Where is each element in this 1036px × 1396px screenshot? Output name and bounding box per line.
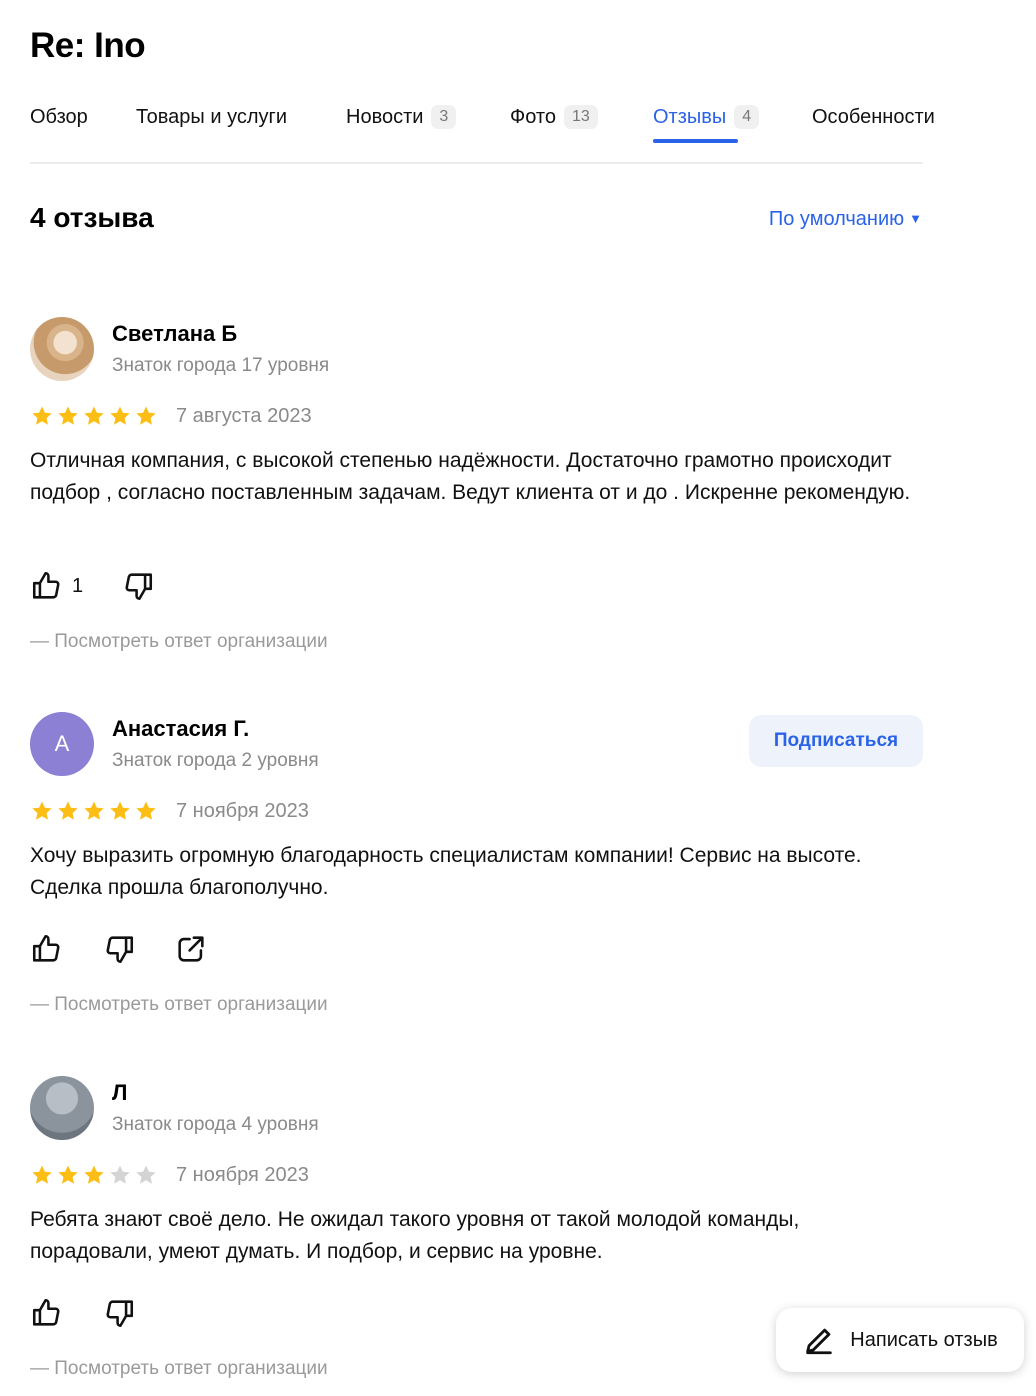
subscribe-button[interactable]: Подписаться xyxy=(749,715,923,767)
view-org-answer-link[interactable]: — Посмотреть ответ организации xyxy=(30,631,328,653)
tab-count-badge: 3 xyxy=(431,105,457,129)
like-count: 1 xyxy=(72,574,84,597)
rating-stars xyxy=(30,404,158,428)
star-filled-icon xyxy=(32,801,52,820)
star-filled-icon xyxy=(110,801,130,820)
review-date: 7 ноября 2023 xyxy=(176,1164,309,1186)
thumbs-down-icon xyxy=(106,1300,134,1328)
thumbs-down-icon xyxy=(125,573,153,601)
review-text: Ребята знают своё дело. Не ожидал такого… xyxy=(30,1208,800,1263)
dislike-button[interactable] xyxy=(102,1296,136,1330)
page-title: Re: Ino xyxy=(30,26,146,65)
thumbs-down-icon xyxy=(106,936,134,964)
reviews-count-heading: 4 отзыва xyxy=(30,202,154,233)
review-author[interactable]: Светлана Б xyxy=(112,321,237,347)
tab-label: Товары и услуги xyxy=(136,105,287,128)
star-filled-icon xyxy=(58,801,78,820)
view-org-answer-link[interactable]: — Посмотреть ответ организации xyxy=(30,994,328,1016)
star-filled-icon xyxy=(84,406,104,425)
share-button[interactable] xyxy=(174,932,208,966)
avatar[interactable] xyxy=(30,317,94,381)
review-actions xyxy=(30,1296,136,1330)
author-level: Знаток города 2 уровня xyxy=(112,750,319,771)
star-filled-icon xyxy=(84,1165,104,1184)
rating-stars xyxy=(30,799,158,823)
tab-label: Новости xyxy=(346,105,424,128)
caret-down-icon: ▼ xyxy=(909,211,922,226)
dislike-button[interactable] xyxy=(102,932,136,966)
tab-features[interactable]: Особенности xyxy=(812,100,935,134)
write-review-button[interactable]: Написать отзыв xyxy=(776,1308,1024,1372)
thumbs-up-icon xyxy=(32,571,60,599)
tab-label: Отзывы xyxy=(653,105,727,128)
write-review-label: Написать отзыв xyxy=(850,1328,998,1351)
tab-label: Особенности xyxy=(812,105,935,128)
star-filled-icon xyxy=(110,406,130,425)
star-filled-icon xyxy=(136,406,156,425)
star-filled-icon xyxy=(84,801,104,820)
like-button[interactable] xyxy=(30,932,64,966)
tab-goods-services[interactable]: Товары и услуги xyxy=(136,100,287,134)
rating-stars xyxy=(30,1163,158,1187)
star-filled-icon xyxy=(32,406,52,425)
review-date: 7 ноября 2023 xyxy=(176,800,309,822)
author-level: Знаток города 4 уровня xyxy=(112,1114,319,1135)
dislike-button[interactable] xyxy=(121,569,155,603)
tab-label: Обзор xyxy=(30,105,88,128)
star-empty-icon xyxy=(136,1165,156,1184)
tabs: Обзор Товары и услуги Новости 3 Фото 13 … xyxy=(30,100,935,164)
review-actions xyxy=(30,932,208,966)
sort-label: По умолчанию xyxy=(768,208,905,230)
star-filled-icon xyxy=(58,1165,78,1184)
active-tab-indicator xyxy=(653,139,738,143)
like-button[interactable]: 1 xyxy=(30,569,83,603)
like-button[interactable] xyxy=(30,1296,64,1330)
sort-dropdown[interactable]: По умолчанию ▼ xyxy=(769,208,922,231)
avatar[interactable]: А xyxy=(30,712,94,776)
review-author[interactable]: Анастасия Г. xyxy=(112,716,249,742)
pencil-icon xyxy=(806,1328,833,1355)
thumbs-up-icon xyxy=(32,934,60,962)
tab-label: Фото xyxy=(510,105,556,128)
review-actions: 1 xyxy=(30,569,155,603)
tab-photos[interactable]: Фото 13 xyxy=(510,100,598,134)
author-level: Знаток города 17 уровня xyxy=(112,355,330,376)
tab-count-badge: 4 xyxy=(734,105,760,129)
review-text: Хочу выразить огромную благодарность спе… xyxy=(30,844,862,899)
review-date: 7 августа 2023 xyxy=(176,405,312,427)
star-filled-icon xyxy=(32,1165,52,1184)
tab-overview[interactable]: Обзор xyxy=(30,100,88,134)
avatar[interactable] xyxy=(30,1076,94,1140)
review-text: Отличная компания, с высокой степенью на… xyxy=(30,449,911,504)
tab-count-badge: 13 xyxy=(563,105,598,129)
star-filled-icon xyxy=(136,801,156,820)
tab-reviews[interactable]: Отзывы 4 xyxy=(653,100,760,134)
star-empty-icon xyxy=(110,1165,130,1184)
view-org-answer-link[interactable]: — Посмотреть ответ организации xyxy=(30,1358,328,1380)
review-author[interactable]: Л xyxy=(112,1080,127,1106)
share-icon xyxy=(178,936,204,962)
thumbs-up-icon xyxy=(32,1298,60,1326)
tab-news[interactable]: Новости 3 xyxy=(346,100,457,134)
star-filled-icon xyxy=(58,406,78,425)
